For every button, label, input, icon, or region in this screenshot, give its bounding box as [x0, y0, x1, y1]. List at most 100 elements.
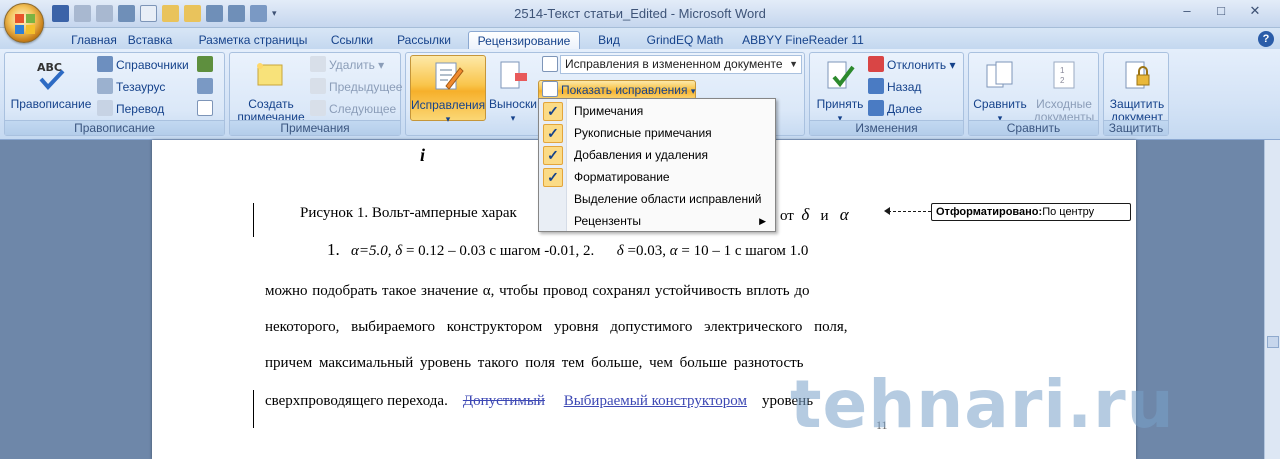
checkmark-icon: ✓	[543, 124, 563, 143]
svg-text:1: 1	[1060, 66, 1065, 75]
menu-item-reviewers[interactable]: Рецензенты ▶	[540, 211, 774, 232]
set-language-icon	[197, 78, 213, 94]
previous-change-button[interactable]: Назад	[868, 78, 921, 96]
group-comments-label: Примечания	[230, 120, 400, 135]
help-button[interactable]: ?	[1258, 31, 1274, 47]
change-bar	[253, 203, 254, 237]
menu-item-insertions-deletions[interactable]: ✓ Добавления и удаления	[540, 145, 774, 166]
show-markup-button[interactable]: Показать исправления ▾	[538, 80, 696, 100]
research-icon	[97, 56, 113, 72]
group-comments: Создать примечание Удалить ▾ Предыдущее …	[229, 52, 402, 136]
language-button[interactable]	[197, 56, 216, 74]
lock-document-icon	[1125, 61, 1150, 89]
group-compare: Сравнить▾ 1 2 Исходные документы ▾ Сравн…	[968, 52, 1099, 136]
checkmark-icon: ✓	[543, 102, 563, 121]
source-documents-icon: 1 2	[1053, 61, 1075, 89]
group-compare-label: Сравнить	[969, 120, 1098, 135]
compare-button[interactable]: Сравнить ▾	[971, 59, 1029, 125]
next-change-button[interactable]: Далее	[868, 100, 922, 118]
group-changes-label: Изменения	[810, 120, 963, 135]
paragraph-line: причем максимальный уровень такого поля …	[265, 355, 804, 371]
spelling-abc-icon: ABC	[37, 61, 65, 90]
title-bar: ▾ 2514-Текст статьи_Edited - Microsoft W…	[0, 0, 1280, 28]
close-button[interactable]: ✕	[1238, 2, 1272, 22]
maximize-button[interactable]: □	[1204, 2, 1238, 22]
tab-grindeq-math[interactable]: GrindEQ Math	[638, 31, 732, 51]
balloons-button[interactable]: Выноски ▾	[488, 59, 538, 125]
menu-item-formatting[interactable]: ✓ Форматирование	[540, 167, 774, 188]
group-changes: Принять ▾ Отклонить ▾ Назад Далее Изменен…	[809, 52, 964, 136]
vertical-scrollbar[interactable]	[1264, 140, 1280, 459]
display-for-review-select[interactable]: Исправления в измененном документе ▼	[560, 55, 802, 74]
accept-button[interactable]: Принять ▾	[814, 59, 866, 125]
svg-text:2: 2	[1060, 76, 1065, 85]
scrollbar-thumb[interactable]	[1267, 336, 1279, 348]
chevron-down-icon: ▼	[789, 59, 798, 69]
delete-comment-icon	[310, 56, 326, 72]
paragraph-line: можно подобрать такое значение α, чтобы …	[265, 283, 810, 299]
paragraph-line-tracked: сверхпроводящего перехода. Допустимый Вы…	[265, 393, 814, 409]
track-changes-button[interactable]: Исправления ▾	[410, 55, 486, 124]
tab-insert[interactable]: Вставка	[120, 31, 180, 51]
deleted-text: Допустимый	[462, 393, 545, 409]
previous-change-icon	[868, 78, 884, 94]
thesaurus-icon	[97, 78, 113, 94]
protect-document-button[interactable]: Защитить документ	[1106, 59, 1168, 124]
group-protect: Защитить документ Защитить	[1103, 52, 1169, 136]
next-comment-button[interactable]: Следующее	[310, 100, 396, 118]
word-count-button[interactable]	[197, 100, 216, 118]
menu-item-markup-area-highlight[interactable]: Выделение области исправлений	[540, 189, 774, 210]
compare-icon	[986, 61, 1013, 88]
delete-comment-button[interactable]: Удалить ▾	[310, 56, 384, 74]
figure-caption-end: от δ и α	[780, 205, 849, 224]
menu-item-ink[interactable]: ✓ Рукописные примечания	[540, 123, 774, 144]
formula-line: 1. α=5.0, δ = 0.12 – 0.03 с шагом -0.01,…	[327, 240, 809, 259]
office-logo-icon	[15, 14, 35, 34]
previous-comment-icon	[310, 78, 326, 94]
accept-change-icon	[827, 61, 855, 89]
svg-text:ABC: ABC	[37, 61, 62, 74]
change-bar	[253, 390, 254, 428]
set-language-button[interactable]	[197, 78, 216, 96]
spelling-button[interactable]: ABC Правописание	[9, 59, 93, 111]
show-markup-menu: ✓ Примечания ✓ Рукописные примечания ✓ Д…	[538, 98, 776, 232]
next-comment-icon	[310, 100, 326, 116]
office-button[interactable]	[4, 3, 44, 43]
window-controls: – □ ✕	[1170, 2, 1272, 22]
ribbon-tabs: Главная Вставка Разметка страницы Ссылки…	[0, 28, 1280, 51]
track-changes-icon	[435, 62, 464, 90]
show-markup-icon	[542, 81, 558, 97]
tab-references[interactable]: Ссылки	[322, 31, 382, 51]
thesaurus-button[interactable]: Тезаурус	[97, 78, 165, 96]
checkmark-icon: ✓	[543, 168, 563, 187]
tab-mailings[interactable]: Рассылки	[388, 31, 460, 51]
translate-button[interactable]: Перевод	[97, 100, 164, 118]
inserted-text: Выбираемый конструктором	[563, 393, 748, 409]
minimize-button[interactable]: –	[1170, 2, 1204, 22]
checkmark-icon: ✓	[543, 146, 563, 165]
formula-symbol: i	[420, 145, 426, 165]
research-button[interactable]: Справочники	[97, 56, 189, 74]
language-icon	[197, 56, 213, 72]
tab-review[interactable]: Рецензирование	[468, 31, 580, 51]
previous-comment-button[interactable]: Предыдущее	[310, 78, 402, 96]
menu-item-comments[interactable]: ✓ Примечания	[540, 101, 774, 122]
translate-icon	[97, 100, 113, 116]
group-protect-label: Защитить	[1104, 120, 1168, 135]
reject-change-icon	[868, 56, 884, 72]
new-comment-icon	[257, 63, 283, 86]
new-comment-button[interactable]: Создать примечание	[234, 59, 308, 124]
tab-page-layout[interactable]: Разметка страницы	[192, 31, 314, 51]
submenu-arrow-icon: ▶	[759, 216, 766, 226]
word-count-icon	[197, 100, 213, 116]
watermark: tehnari.ru	[790, 366, 1175, 443]
tab-abbyy-finereader[interactable]: ABBYY FineReader 11	[742, 31, 864, 51]
figure-caption: Рисунок 1. Вольт-амперные харак	[300, 205, 517, 221]
reject-button[interactable]: Отклонить ▾	[868, 56, 955, 74]
formatting-balloon[interactable]: Отформатировано:По центру	[931, 203, 1131, 221]
balloons-icon	[500, 61, 527, 89]
balloon-leader-line	[888, 211, 931, 212]
display-for-review-icon-button[interactable]	[542, 56, 561, 74]
next-change-icon	[868, 100, 884, 116]
tab-view[interactable]: Вид	[588, 31, 630, 51]
